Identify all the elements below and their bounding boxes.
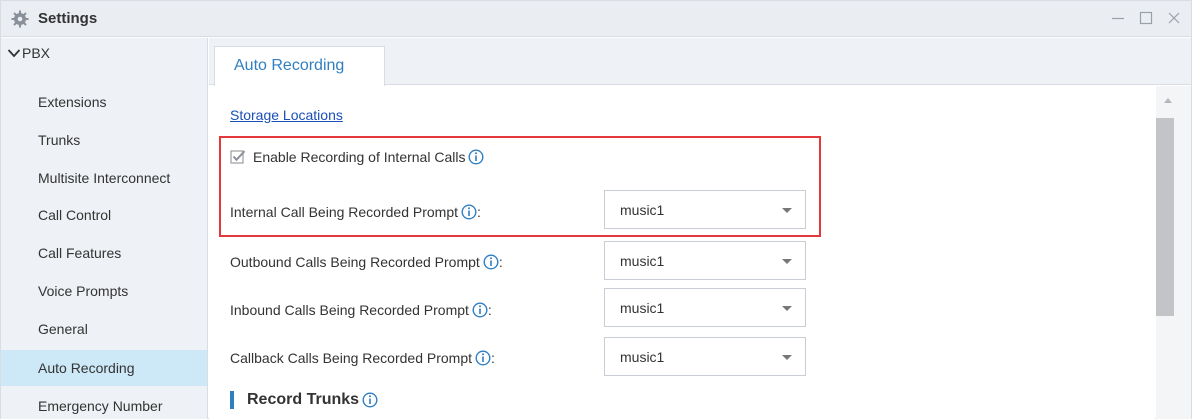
outbound-prompt-label: Outbound Calls Being Recorded Prompt : (230, 254, 503, 270)
window-controls (1109, 9, 1183, 27)
internal-prompt-select[interactable]: music1 (604, 190, 806, 229)
scrollbar-thumb[interactable] (1156, 118, 1174, 316)
label-colon: : (491, 350, 495, 366)
sidebar-item-label: Call Control (38, 207, 112, 223)
outbound-prompt-label-text: Outbound Calls Being Recorded Prompt (230, 254, 480, 270)
close-icon[interactable] (1165, 9, 1183, 27)
chevron-down-icon (7, 46, 21, 60)
sidebar-item-call-control[interactable]: Call Control (1, 197, 207, 233)
caret-down-icon (782, 355, 792, 360)
sidebar-item-trunks[interactable]: Trunks (1, 122, 207, 158)
inbound-prompt-label: Inbound Calls Being Recorded Prompt : (230, 302, 492, 318)
caret-down-icon (782, 208, 792, 213)
inbound-prompt-value: music1 (620, 299, 665, 316)
sidebar-group-pbx[interactable]: PBX (7, 45, 50, 61)
internal-prompt-label: Internal Call Being Recorded Prompt : (230, 204, 481, 220)
vertical-scrollbar[interactable] (1156, 86, 1191, 419)
callback-prompt-value: music1 (620, 348, 665, 365)
caret-down-icon (782, 306, 792, 311)
sidebar-item-call-features[interactable]: Call Features (1, 235, 207, 271)
enable-internal-recording-row: Enable Recording of Internal Calls (230, 149, 484, 165)
sidebar-item-label: Auto Recording (38, 360, 135, 376)
sidebar-item-general[interactable]: General (1, 311, 207, 347)
outbound-prompt-value: music1 (620, 252, 665, 269)
sidebar-item-extensions[interactable]: Extensions (1, 84, 207, 120)
info-icon[interactable] (362, 392, 378, 408)
label-colon: : (477, 204, 481, 220)
inbound-prompt-select[interactable]: music1 (604, 288, 806, 327)
info-icon[interactable] (475, 350, 491, 366)
storage-locations-link[interactable]: Storage Locations (230, 107, 343, 123)
title-bar: Settings (1, 1, 1191, 37)
caret-down-icon (782, 259, 792, 264)
tab-strip: Auto Recording (209, 38, 1191, 86)
maximize-icon[interactable] (1137, 9, 1155, 27)
main-content: Storage Locations Enable Recording of In… (209, 86, 1155, 419)
sidebar-item-label: Call Features (38, 245, 122, 261)
sidebar-item-label: Extensions (38, 94, 107, 110)
section-title: Record Trunks (247, 391, 360, 408)
enable-internal-recording-label: Enable Recording of Internal Calls (253, 149, 466, 165)
window-title: Settings (38, 10, 98, 27)
info-icon[interactable] (468, 149, 484, 165)
label-colon: : (487, 302, 492, 318)
tab-auto-recording[interactable]: Auto Recording (214, 46, 385, 86)
callback-prompt-select[interactable]: music1 (604, 337, 806, 376)
settings-window: Settings PBX Extensions Trunks Multisite… (0, 0, 1192, 419)
sidebar-item-emergency-number[interactable]: Emergency Number (1, 388, 207, 419)
enable-internal-recording-checkbox[interactable] (230, 149, 246, 165)
info-icon[interactable] (461, 204, 477, 220)
info-icon[interactable] (472, 302, 488, 318)
minimize-icon[interactable] (1109, 9, 1127, 27)
info-icon[interactable] (483, 254, 499, 270)
sidebar-item-voice-prompts[interactable]: Voice Prompts (1, 273, 207, 309)
inbound-prompt-label-text: Inbound Calls Being Recorded Prompt (230, 302, 469, 318)
internal-prompt-value: music1 (620, 201, 665, 218)
sidebar-item-label: Voice Prompts (38, 283, 129, 299)
callback-prompt-label: Callback Calls Being Recorded Prompt : (230, 350, 495, 366)
sidebar-group-label: PBX (22, 45, 51, 61)
sidebar-item-auto-recording[interactable]: Auto Recording (1, 350, 207, 386)
outbound-prompt-select[interactable]: music1 (604, 241, 806, 280)
sidebar-item-label: Emergency Number (38, 398, 163, 414)
sidebar-item-label: Trunks (38, 132, 81, 148)
gear-icon (11, 10, 29, 28)
section-accent-bar (230, 391, 234, 409)
label-colon: : (498, 254, 503, 270)
sidebar: PBX Extensions Trunks Multisite Intercon… (1, 38, 208, 419)
scroll-up-arrow-icon[interactable] (1164, 98, 1172, 103)
sidebar-item-multisite-interconnect[interactable]: Multisite Interconnect (1, 160, 207, 196)
internal-prompt-label-text: Internal Call Being Recorded Prompt (230, 204, 459, 220)
sidebar-item-label: General (38, 321, 88, 337)
sidebar-item-label: Multisite Interconnect (38, 170, 171, 186)
callback-prompt-label-text: Callback Calls Being Recorded Prompt (230, 350, 472, 366)
record-trunks-heading: Record Trunks (230, 391, 378, 409)
